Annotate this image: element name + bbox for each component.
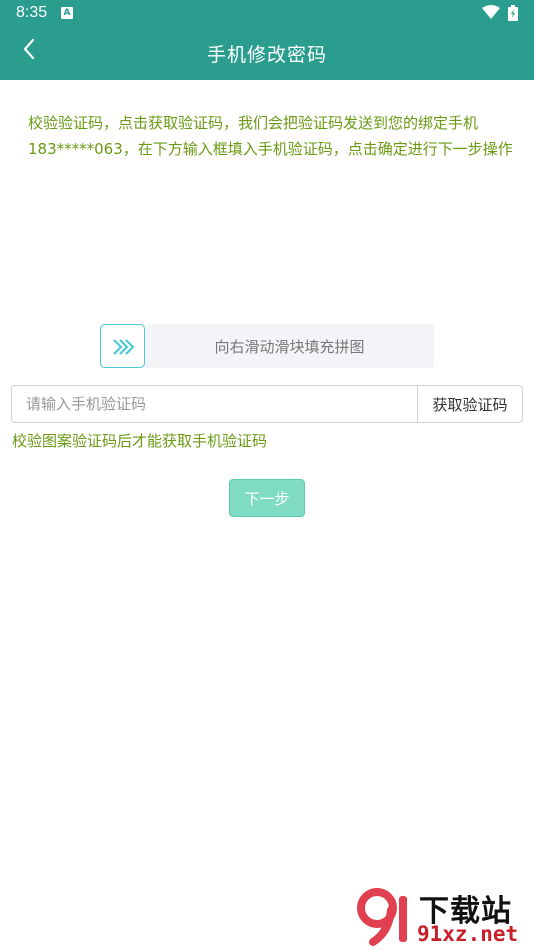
wifi-icon (482, 5, 500, 19)
sms-code-input[interactable] (11, 385, 417, 423)
page-title: 手机修改密码 (206, 44, 327, 66)
watermark-url: 91xz.net (417, 922, 519, 946)
notification-icon: A (61, 7, 73, 19)
code-input-row: 获取验证码 (11, 385, 523, 423)
status-time: 8:35 (16, 4, 48, 21)
app-bar: 手机修改密码 (0, 26, 534, 80)
watermark-logo-icon (357, 888, 407, 946)
verify-hint-text: 校验图案验证码后才能获取手机验证码 (12, 432, 268, 450)
get-code-button[interactable]: 获取验证码 (417, 385, 523, 423)
next-step-button[interactable]: 下一步 (229, 479, 305, 517)
slider-captcha[interactable]: 向右滑动滑块填充拼图 (100, 324, 434, 368)
battery-icon (508, 5, 518, 21)
status-bar: 8:35 A (0, 0, 534, 26)
slider-hint-text: 向右滑动滑块填充拼图 (214, 338, 365, 356)
double-chevron-right-icon (113, 339, 135, 355)
slider-handle[interactable] (100, 324, 145, 368)
instruction-text: 校验验证码，点击获取验证码，我们会把验证码发送到您的绑定手机183*****06… (28, 114, 513, 158)
watermark: 下载站 91xz.net (355, 886, 530, 948)
